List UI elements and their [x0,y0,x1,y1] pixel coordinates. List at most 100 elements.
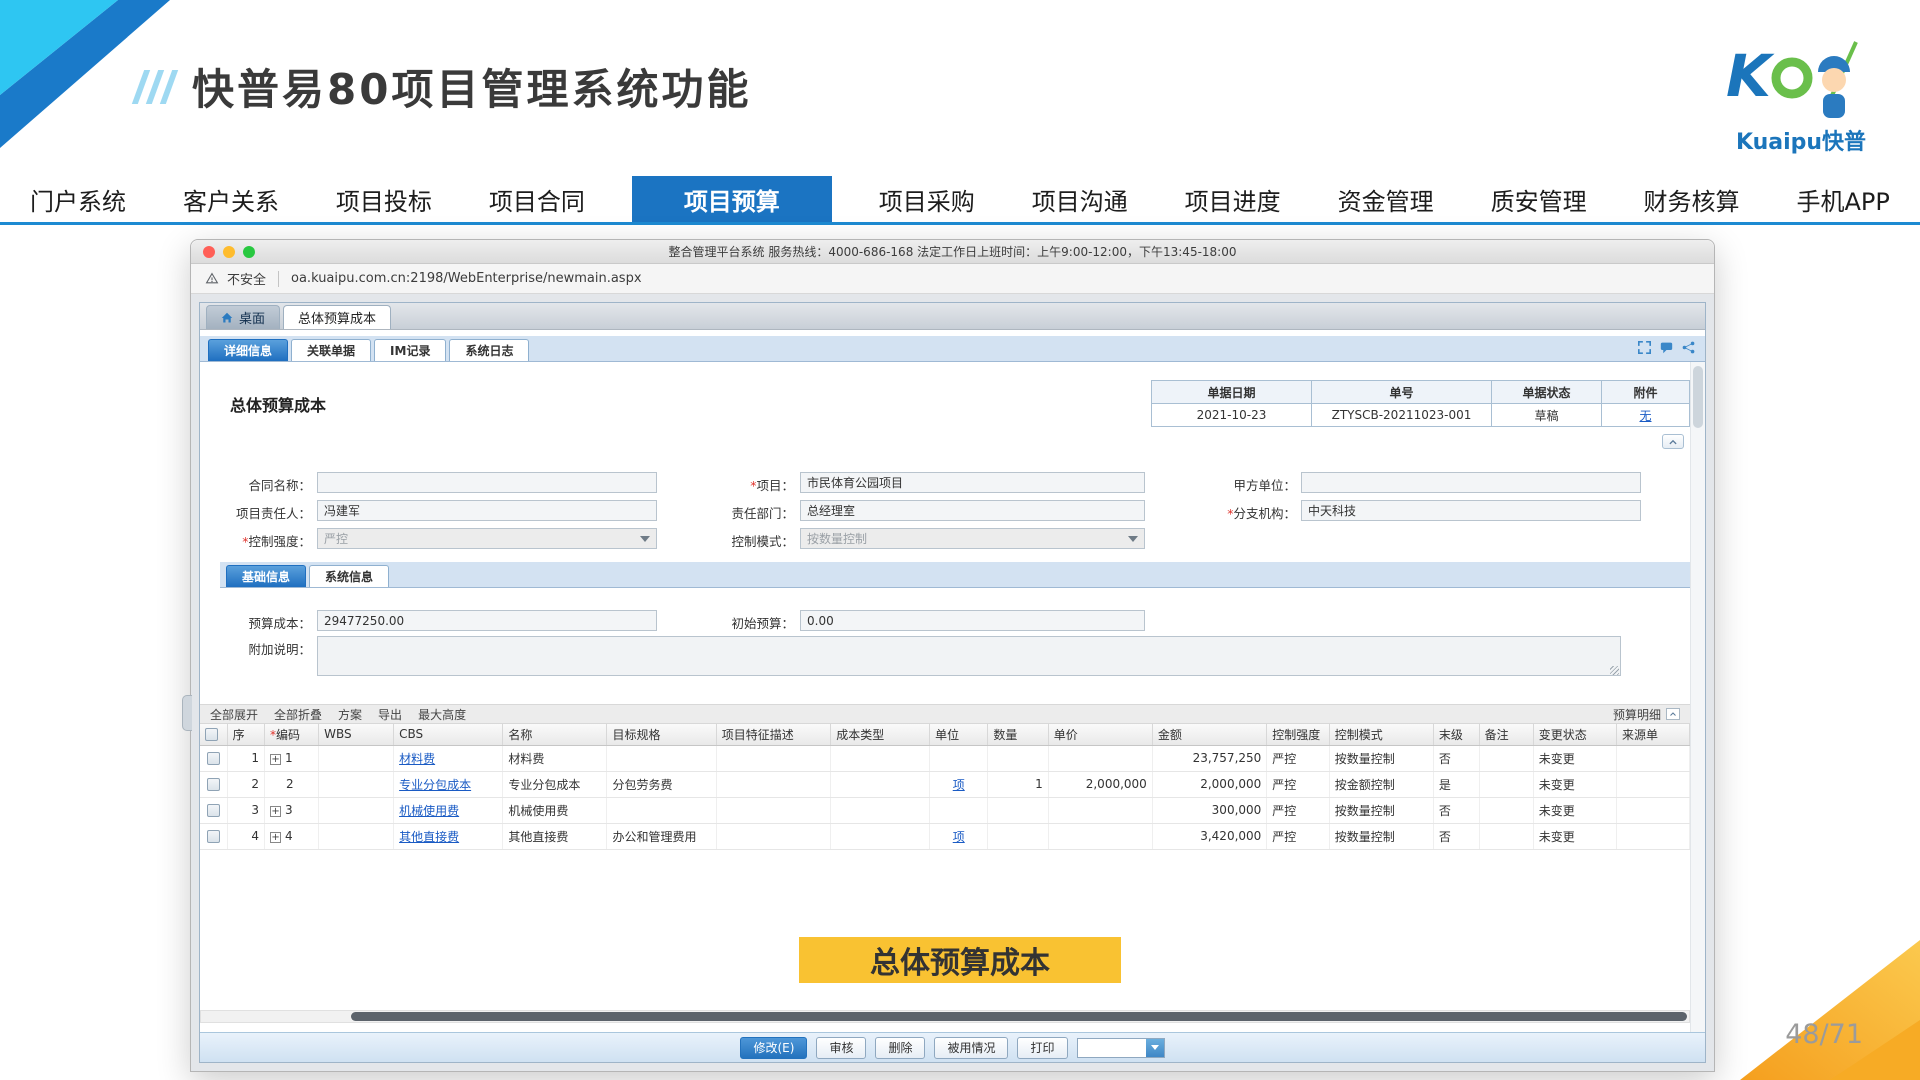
select-all-checkbox[interactable] [205,728,218,741]
department-input[interactable] [800,500,1145,521]
message-icon[interactable] [1660,341,1673,354]
control-strength-select[interactable]: 严控 [317,528,657,549]
column-header[interactable]: 单价 [1048,724,1152,745]
cell[interactable] [200,823,227,849]
tab-system-log[interactable]: 系统日志 [449,339,529,361]
cell[interactable]: 其他直接费 [394,823,503,849]
scrollbar-thumb[interactable] [351,1012,1687,1021]
cell[interactable]: 项 [930,771,988,797]
attachment-link[interactable]: 无 [1639,409,1651,423]
select-arrow-icon[interactable] [1146,1039,1164,1057]
contract-name-input[interactable] [317,472,657,493]
table-row[interactable]: 33机械使用费机械使用费300,000严控按数量控制否未变更 [200,797,1690,823]
tab-desktop[interactable]: 桌面 [206,305,280,329]
max-height-button[interactable]: 最大高度 [418,706,466,723]
maximize-icon[interactable] [1638,341,1651,354]
cell-link[interactable]: 项 [953,778,965,792]
cell-link[interactable]: 专业分包成本 [399,778,471,792]
share-icon[interactable] [1682,341,1695,354]
vertical-scrollbar-thumb[interactable] [1693,366,1703,428]
scheme-button[interactable]: 方案 [338,706,362,723]
cell[interactable]: 材料费 [394,745,503,771]
cell-link[interactable]: 项 [953,830,965,844]
row-checkbox[interactable] [207,830,220,843]
select-all-header[interactable] [200,724,227,745]
row-checkbox[interactable] [207,778,220,791]
column-header[interactable]: 备注 [1479,724,1533,745]
nav-item-budget[interactable]: 项目预算 [632,176,832,222]
cell[interactable]: 专业分包成本 [394,771,503,797]
vertical-scrollbar[interactable] [1690,362,1705,1032]
zoom-window-button[interactable] [243,246,255,258]
security-label[interactable]: 不安全 [227,269,266,288]
column-header[interactable]: 成本类型 [831,724,930,745]
nav-item-bidding[interactable]: 项目投标 [326,176,442,222]
expand-icon[interactable] [270,754,281,765]
usage-button[interactable]: 被用情况 [934,1037,1008,1059]
nav-item-contract[interactable]: 项目合同 [479,176,595,222]
delete-button[interactable]: 删除 [875,1037,925,1059]
more-actions-select[interactable] [1077,1038,1165,1058]
tab-related-docs[interactable]: 关联单据 [291,339,371,361]
tab-im-records[interactable]: IM记录 [374,339,446,361]
control-mode-select[interactable]: 按数量控制 [800,528,1145,549]
column-header[interactable]: 金额 [1152,724,1266,745]
nav-item-progress[interactable]: 项目进度 [1175,176,1291,222]
url-text[interactable]: oa.kuaipu.com.cn:2198/WebEnterprise/newm… [291,271,642,286]
minimize-window-button[interactable] [223,246,235,258]
nav-item-funds[interactable]: 资金管理 [1328,176,1444,222]
table-row[interactable]: 44其他直接费其他直接费办公和管理费用项3,420,000严控按数量控制否未变更 [200,823,1690,849]
row-checkbox[interactable] [207,752,220,765]
tab-detail-info[interactable]: 详细信息 [208,339,288,361]
column-header[interactable]: WBS [319,724,394,745]
collapse-all-button[interactable]: 全部折叠 [274,706,322,723]
tab-system-info[interactable]: 系统信息 [309,565,389,587]
nav-item-finance[interactable]: 财务核算 [1634,176,1750,222]
column-header[interactable]: CBS [394,724,503,745]
party-a-input[interactable] [1301,472,1641,493]
column-header[interactable]: 目标规格 [607,724,716,745]
nav-item-crm[interactable]: 客户关系 [173,176,289,222]
nav-item-quality[interactable]: 质安管理 [1481,176,1597,222]
budget-cost-input[interactable] [317,610,657,631]
cell-link[interactable]: 材料费 [399,752,435,766]
row-checkbox[interactable] [207,804,220,817]
column-header[interactable]: 控制模式 [1329,724,1433,745]
modify-button[interactable]: 修改(E) [740,1037,807,1059]
audit-button[interactable]: 审核 [816,1037,866,1059]
branch-input[interactable] [1301,500,1641,521]
collapse-grid-icon[interactable] [1666,708,1680,720]
column-header[interactable]: 单位 [930,724,988,745]
column-header[interactable]: *编码 [265,724,319,745]
cell[interactable]: 3 [265,797,319,823]
expand-icon[interactable] [270,832,281,843]
nav-item-communication[interactable]: 项目沟通 [1022,176,1138,222]
note-textarea[interactable] [317,636,1621,676]
cell[interactable] [200,771,227,797]
cell[interactable]: 机械使用费 [394,797,503,823]
expand-icon[interactable] [270,806,281,817]
column-header[interactable]: 控制强度 [1267,724,1329,745]
tab-base-info[interactable]: 基础信息 [226,565,306,587]
export-button[interactable]: 导出 [378,706,402,723]
column-header[interactable]: 项目特征描述 [716,724,830,745]
collapse-header-button[interactable] [1662,434,1684,449]
nav-item-procurement[interactable]: 项目采购 [869,176,985,222]
cell-link[interactable]: 其他直接费 [399,830,459,844]
nav-item-portal[interactable]: 门户系统 [20,176,136,222]
expand-all-button[interactable]: 全部展开 [210,706,258,723]
close-window-button[interactable] [203,246,215,258]
project-input[interactable] [800,472,1145,493]
initial-budget-input[interactable] [800,610,1145,631]
cell[interactable]: 4 [265,823,319,849]
tab-overall-budget[interactable]: 总体预算成本 [283,305,391,329]
table-row[interactable]: 22专业分包成本专业分包成本分包劳务费项12,000,0002,000,000严… [200,771,1690,797]
cell[interactable] [200,745,227,771]
manager-input[interactable] [317,500,657,521]
column-header[interactable]: 名称 [503,724,607,745]
table-row[interactable]: 11材料费材料费23,757,250严控按数量控制否未变更 [200,745,1690,771]
sidebar-collapse-handle[interactable] [182,695,192,731]
column-header[interactable]: 序 [227,724,264,745]
cell[interactable]: 项 [930,823,988,849]
resize-grip-icon[interactable] [1610,666,1619,675]
